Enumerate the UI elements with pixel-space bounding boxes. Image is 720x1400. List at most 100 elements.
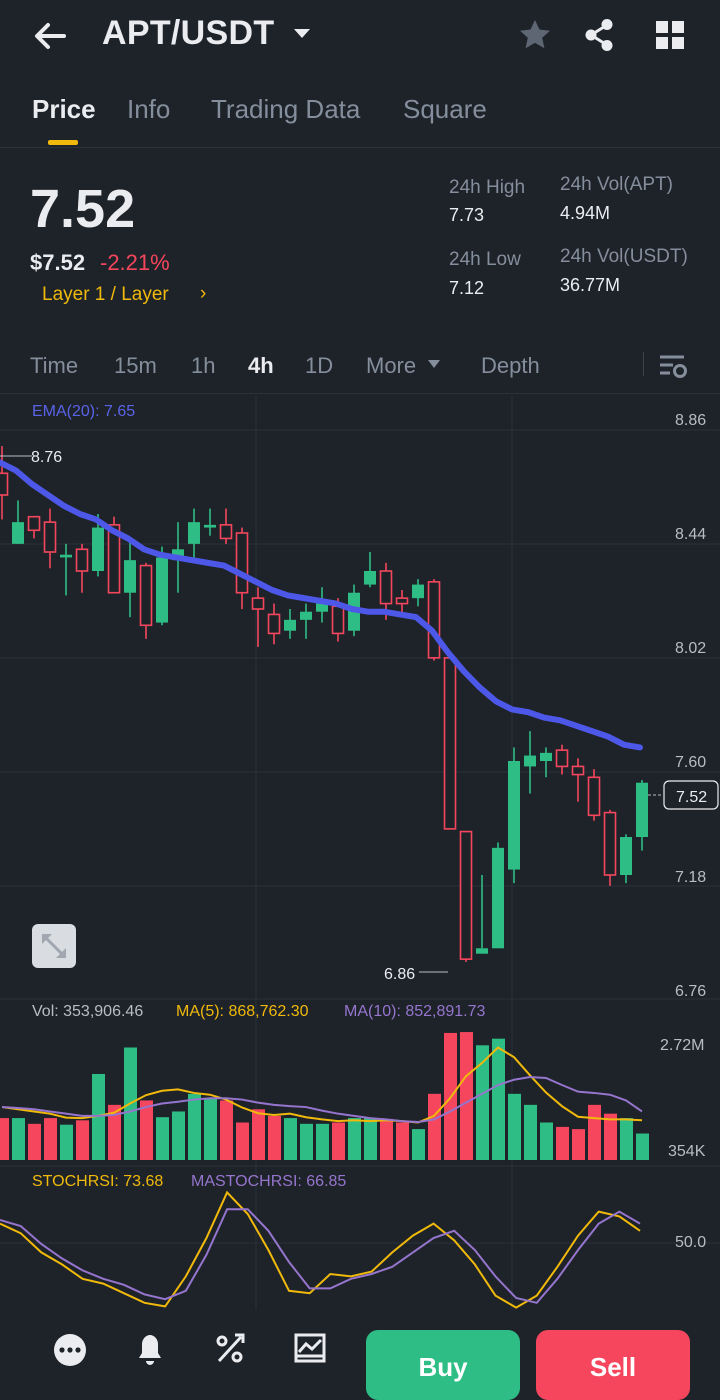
interval-1d[interactable]: 1D: [305, 353, 333, 379]
candle-body: [43, 521, 57, 553]
candle: [251, 587, 265, 647]
volume-bar: [524, 1104, 537, 1160]
buy-button[interactable]: Buy: [366, 1330, 520, 1400]
candle: [300, 603, 312, 639]
volume-bar: [556, 1126, 569, 1160]
candle: [12, 500, 24, 544]
candle-body: [267, 613, 281, 635]
volume-bar: [316, 1123, 329, 1160]
max-price-marker: 8.76: [0, 449, 62, 466]
tab-info[interactable]: Info: [127, 94, 170, 125]
candle: [60, 543, 72, 596]
volume-bar: [540, 1122, 553, 1160]
stat-label-24h-high: 24h High: [449, 177, 526, 198]
volume-bar: [492, 1038, 505, 1160]
trading-pair-title[interactable]: APT/USDT: [102, 14, 274, 53]
tab-square[interactable]: Square: [403, 94, 487, 125]
volume-bar: [236, 1122, 249, 1160]
margin-percent-icon[interactable]: [210, 1328, 250, 1368]
candle: [476, 875, 488, 954]
stat-value-24h-vol-apt: 4.94M: [560, 203, 611, 223]
candle-body: [284, 619, 296, 631]
candle: [540, 747, 552, 778]
interval-depth[interactable]: Depth: [481, 353, 540, 379]
price-tick-label: 8.02: [675, 640, 706, 657]
last-price: 7.52: [30, 179, 136, 239]
volume-ma10-legend: MA(10): 852,891.73: [344, 1003, 486, 1020]
volume-bar: [76, 1120, 89, 1160]
candle: [284, 609, 296, 639]
stat-label-24h-low: 24h Low: [449, 249, 521, 270]
price-tick-label: 8.44: [675, 526, 706, 543]
candle-body: [476, 948, 488, 954]
price-change-percent: -2.21%: [100, 250, 170, 275]
candle: [443, 652, 457, 830]
candle: [219, 508, 233, 544]
trading-bots-icon[interactable]: [290, 1328, 330, 1368]
tab-trading-data[interactable]: Trading Data: [211, 94, 360, 125]
candle-body: [27, 515, 41, 532]
mastochrsi-line: [0, 1208, 641, 1304]
candle: [427, 579, 441, 661]
volume-bar: [364, 1118, 377, 1160]
candle-body: [524, 755, 536, 767]
stat-label-24h-vol-apt: 24h Vol(APT): [560, 174, 673, 195]
candle: [188, 508, 200, 558]
fullscreen-expand-button[interactable]: [32, 924, 76, 968]
price-tick-label: 8.86: [675, 412, 706, 429]
volume-bar: [348, 1118, 361, 1160]
interval-more[interactable]: More: [366, 353, 416, 379]
ema-legend: EMA(20): 7.65: [32, 403, 136, 420]
volume-bar: [380, 1118, 393, 1160]
stochrsi-tick-label: 50.0: [675, 1234, 706, 1251]
candle-body: [0, 472, 9, 496]
interval-time[interactable]: Time: [30, 353, 78, 379]
volume-tick-label: 354K: [668, 1143, 706, 1160]
category-link[interactable]: Layer 1 / Layer: [42, 284, 169, 306]
active-tab-indicator: [48, 140, 78, 145]
chevron-right-icon: ›: [200, 283, 207, 304]
candle: [75, 543, 89, 593]
candle-body: [204, 524, 216, 528]
volume-bar: [156, 1117, 169, 1160]
candle: [620, 834, 632, 884]
chart-settings-icon[interactable]: [656, 350, 690, 382]
interval-1h[interactable]: 1h: [191, 353, 215, 379]
volume-bar: [460, 1032, 473, 1160]
price-alert-bell-icon[interactable]: [130, 1328, 170, 1368]
interval-15m[interactable]: 15m: [114, 353, 157, 379]
tab-price[interactable]: Price: [32, 94, 96, 125]
more-options-icon[interactable]: [50, 1328, 90, 1368]
stat-value-24h-high: 7.73: [449, 205, 485, 225]
stat-label-24h-vol-usdt: 24h Vol(USDT): [560, 246, 688, 267]
pair-dropdown-caret-icon[interactable]: [290, 22, 314, 46]
share-icon[interactable]: [580, 16, 618, 54]
volume-bar: [188, 1093, 201, 1160]
last-price-tag: 7.52: [676, 789, 707, 806]
candle: [524, 731, 536, 794]
candle: [555, 744, 569, 775]
interval-4h[interactable]: 4h: [248, 353, 274, 379]
candle-body: [124, 560, 136, 593]
volume-bar: [0, 1118, 9, 1160]
volume-bar: [204, 1098, 217, 1160]
expand-arrows-icon: [42, 934, 66, 958]
sell-button[interactable]: Sell: [536, 1330, 690, 1400]
candle-body: [571, 765, 585, 776]
stochrsi-line: [0, 1190, 641, 1309]
candle: [492, 842, 504, 949]
grid-menu-icon[interactable]: [651, 16, 689, 54]
candle-body: [251, 597, 265, 610]
favorite-star-icon[interactable]: [516, 16, 554, 54]
volume-bar: [140, 1100, 153, 1160]
back-arrow-icon[interactable]: [30, 18, 70, 54]
candle-body: [75, 548, 89, 572]
candle-body: [492, 847, 504, 949]
candle: [267, 603, 281, 645]
candle: [636, 780, 648, 851]
candle: [587, 769, 601, 821]
candle-body: [188, 522, 200, 544]
candle-body: [139, 564, 153, 627]
volume-bar: [428, 1093, 441, 1160]
candle: [139, 562, 153, 639]
